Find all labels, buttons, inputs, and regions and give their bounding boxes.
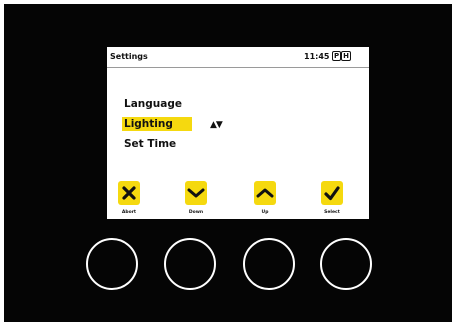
x-icon	[122, 186, 136, 200]
hardware-button-3[interactable]	[243, 238, 295, 290]
parking-mode-icon: P	[332, 51, 342, 61]
hold-mode-icon: H	[341, 51, 351, 61]
scroll-indicator-icon: ▲▼	[210, 120, 223, 130]
mode-icons: P H	[332, 51, 351, 61]
chevron-down-icon	[187, 188, 205, 198]
menu-item-language[interactable]: Language	[122, 97, 232, 111]
chevron-up-icon	[256, 188, 274, 198]
down-softkey[interactable]	[185, 181, 207, 205]
abort-softkey[interactable]	[118, 181, 140, 205]
select-label: Select	[324, 210, 340, 215]
display-screen: Settings 11:45 P H Language Lighting Set…	[107, 47, 369, 219]
abort-label: Abort	[121, 210, 137, 215]
select-softkey[interactable]	[321, 181, 343, 205]
device-bezel: Settings 11:45 P H Language Lighting Set…	[4, 4, 452, 322]
clock-time: 11:45	[304, 52, 330, 61]
hardware-button-1[interactable]	[86, 238, 138, 290]
menu-item-set-time[interactable]: Set Time	[122, 137, 232, 151]
hardware-button-4[interactable]	[320, 238, 372, 290]
up-softkey[interactable]	[254, 181, 276, 205]
menu-item-label: Set Time	[124, 138, 177, 150]
up-label: Up	[261, 210, 269, 215]
menu-item-label: Lighting	[124, 118, 173, 130]
hardware-button-2[interactable]	[164, 238, 216, 290]
status-bar: Settings 11:45 P H	[107, 47, 369, 68]
page-title: Settings	[110, 52, 148, 61]
menu-item-lighting[interactable]: Lighting	[122, 117, 192, 131]
checkmark-icon	[324, 186, 340, 201]
menu-item-label: Language	[124, 98, 182, 110]
down-label: Down	[188, 210, 204, 215]
